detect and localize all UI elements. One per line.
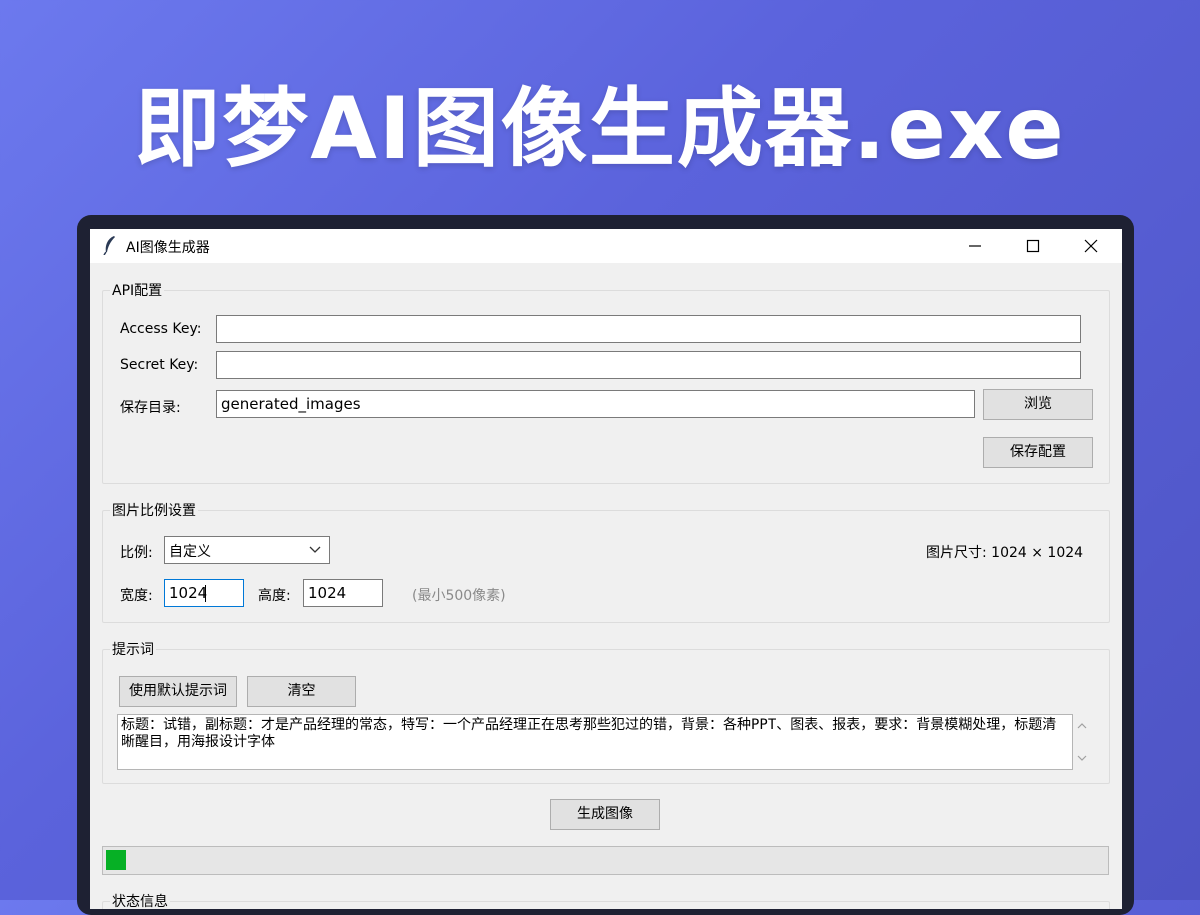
save-dir-input[interactable]: generated_images [216, 390, 975, 418]
height-label: 高度: [258, 588, 291, 604]
browse-button[interactable]: 浏览 [983, 389, 1093, 420]
app-window: AI图像生成器 API配置 Access Key: Secret Key: 保存… [90, 229, 1122, 909]
prompt-textarea[interactable]: 标题：试错，副标题：才是产品经理的常态，特写：一个产品经理正在思考那些犯过的错，… [117, 714, 1073, 770]
generate-image-button[interactable]: 生成图像 [550, 799, 660, 830]
save-dir-label: 保存目录: [120, 400, 181, 416]
prompt-label: 提示词 [110, 639, 156, 659]
title-bar: AI图像生成器 [90, 229, 1122, 263]
chevron-down-icon [309, 546, 321, 553]
text-cursor [205, 585, 206, 602]
width-input[interactable]: 1024 [164, 579, 244, 607]
secret-key-input[interactable] [216, 351, 1081, 379]
window-title: AI图像生成器 [126, 240, 210, 256]
close-icon [1084, 239, 1098, 253]
progress-bar [102, 846, 1109, 875]
ratio-settings-label: 图片比例设置 [110, 500, 198, 520]
save-config-button[interactable]: 保存配置 [983, 437, 1093, 468]
ratio-select-value: 自定义 [169, 544, 211, 560]
close-button[interactable] [1062, 229, 1120, 263]
use-default-prompt-button[interactable]: 使用默认提示词 [119, 676, 237, 707]
height-input[interactable]: 1024 [303, 579, 383, 607]
status-group [102, 901, 1110, 909]
ratio-select[interactable]: 自定义 [164, 536, 330, 564]
access-key-input[interactable] [216, 315, 1081, 343]
ratio-label: 比例: [120, 545, 153, 561]
api-config-label: API配置 [110, 280, 165, 300]
scroll-arrows-icon [1077, 723, 1087, 761]
feather-icon [102, 235, 118, 256]
prompt-scrollbar[interactable] [1073, 714, 1091, 770]
width-value: 1024 [169, 584, 208, 602]
maximize-icon [1026, 239, 1040, 253]
ratio-settings-group [102, 510, 1110, 623]
access-key-label: Access Key: [120, 321, 202, 337]
progress-fill [106, 850, 126, 870]
status-label: 状态信息 [110, 891, 170, 909]
clear-prompt-button[interactable]: 清空 [247, 676, 356, 707]
minimize-icon [969, 245, 981, 247]
image-size-display: 图片尺寸: 1024 × 1024 [926, 545, 1084, 561]
maximize-button[interactable] [1004, 229, 1062, 263]
width-label: 宽度: [120, 588, 153, 604]
minimize-button[interactable] [946, 229, 1004, 263]
secret-key-label: Secret Key: [120, 357, 199, 373]
min-size-hint: (最小500像素) [412, 588, 506, 604]
page-headline: 即梦AI图像生成器.exe [134, 79, 1066, 179]
